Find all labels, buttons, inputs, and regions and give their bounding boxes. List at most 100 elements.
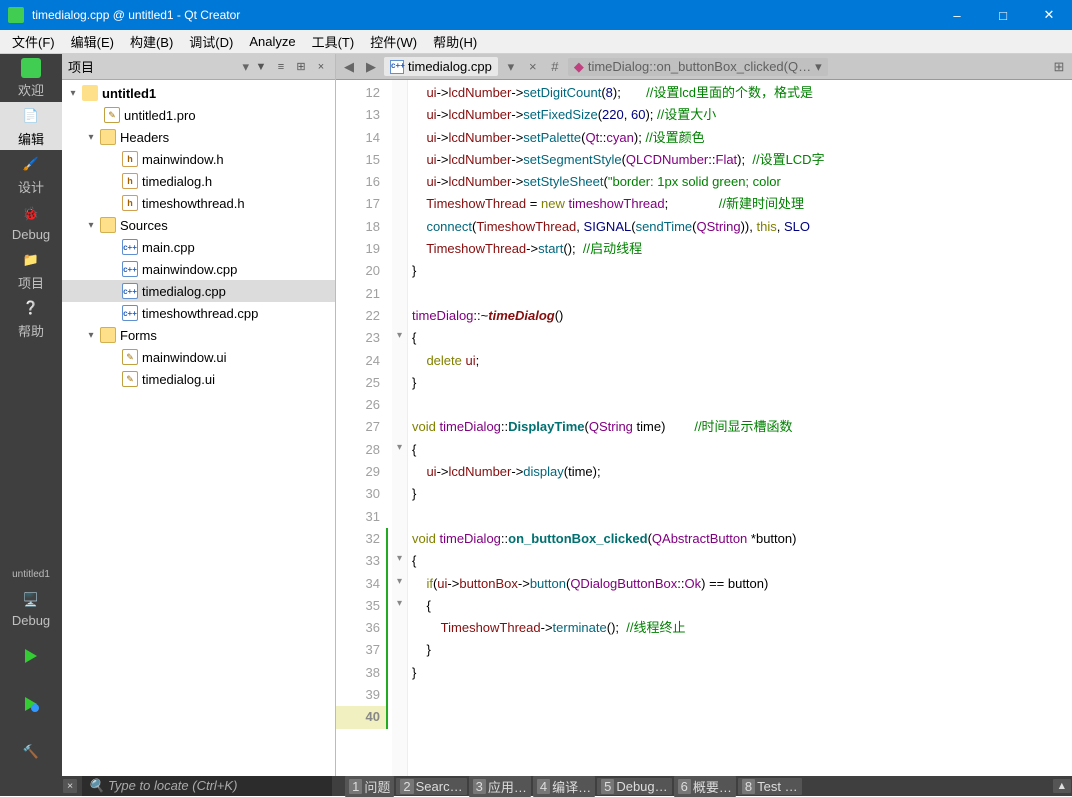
output-compile[interactable]: 4编译… bbox=[533, 776, 595, 797]
run-button[interactable] bbox=[0, 632, 62, 680]
ui-icon: ✎ bbox=[122, 371, 138, 387]
output-problems[interactable]: 1问题 bbox=[345, 776, 394, 797]
tree-source-file[interactable]: c++mainwindow.cpp bbox=[62, 258, 335, 280]
menu-edit[interactable]: 编辑(E) bbox=[63, 30, 122, 53]
menu-tools[interactable]: 工具(T) bbox=[304, 30, 363, 53]
folder-icon: 📁 bbox=[20, 249, 42, 271]
close-button[interactable]: ✕ bbox=[1026, 0, 1072, 30]
cpp-icon: c++ bbox=[390, 60, 404, 74]
build-mode-button[interactable]: 🖥️Debug bbox=[0, 584, 62, 632]
split-button[interactable]: ⊞ bbox=[293, 59, 309, 75]
output-debug[interactable]: 5Debug… bbox=[597, 778, 672, 795]
tree-forms-folder[interactable]: ▾Forms bbox=[62, 324, 335, 346]
output-messages[interactable]: 6概要… bbox=[674, 776, 736, 797]
h-icon: h bbox=[122, 151, 138, 167]
mode-welcome[interactable]: 欢迎 bbox=[0, 54, 62, 102]
h-icon: h bbox=[122, 195, 138, 211]
kit-selector[interactable]: untitled1 bbox=[0, 565, 62, 584]
bookmark-button[interactable]: # bbox=[546, 58, 564, 76]
app-icon bbox=[8, 7, 24, 23]
window-title: timedialog.cpp @ untitled1 - Qt Creator bbox=[32, 8, 934, 22]
output-test[interactable]: 8Test … bbox=[738, 778, 802, 795]
qt-icon bbox=[21, 58, 41, 78]
mode-help[interactable]: ❔帮助 bbox=[0, 294, 62, 342]
cpp-icon: c++ bbox=[122, 305, 138, 321]
mode-edit[interactable]: 📄编辑 bbox=[0, 102, 62, 150]
line-col-button[interactable]: ⊞ bbox=[1050, 58, 1068, 76]
code-content[interactable]: ui->lcdNumber->setDigitCount(8); //设置lcd… bbox=[408, 80, 1072, 776]
debug-run-button[interactable] bbox=[0, 680, 62, 728]
tree-pro-file[interactable]: ✎untitled1.pro bbox=[62, 104, 335, 126]
line-gutter[interactable]: 1213141516171819202122232425262728293031… bbox=[336, 80, 392, 776]
cpp-icon: c++ bbox=[122, 283, 138, 299]
folder-icon bbox=[100, 217, 116, 233]
tree-header-file[interactable]: hmainwindow.h bbox=[62, 148, 335, 170]
editor-tab[interactable]: c++timedialog.cpp bbox=[384, 57, 498, 76]
class-icon: ◆ bbox=[574, 59, 584, 75]
symbol-crumb[interactable]: ◆timeDialog::on_buttonBox_clicked(Q…▾ bbox=[568, 58, 828, 76]
tree-source-file[interactable]: c++timeshowthread.cpp bbox=[62, 302, 335, 324]
nav-fwd-button[interactable]: ▶ bbox=[362, 58, 380, 76]
monitor-icon: 🖥️ bbox=[20, 589, 42, 611]
editor-toolbar: ◀ ▶ c++timedialog.cpp ▾ × # ◆timeDialog:… bbox=[336, 54, 1072, 80]
help-icon: ❔ bbox=[20, 297, 42, 319]
h-icon: h bbox=[122, 173, 138, 189]
titlebar: timedialog.cpp @ untitled1 - Qt Creator … bbox=[0, 0, 1072, 30]
project-pane: 项目 ▾ ▼ ≡ ⊞ × ▾untitled1 ✎untitled1.pro ▾… bbox=[62, 54, 336, 776]
tree-header-file[interactable]: htimedialog.h bbox=[62, 170, 335, 192]
fold-column[interactable]: ▾▾▾▾▾ bbox=[392, 80, 408, 776]
minimize-button[interactable]: – bbox=[934, 0, 980, 30]
tree-header-file[interactable]: htimeshowthread.h bbox=[62, 192, 335, 214]
close-output-button[interactable]: × bbox=[63, 779, 77, 793]
menubar: 文件(F) 编辑(E) 构建(B) 调试(D) Analyze 工具(T) 控件… bbox=[0, 30, 1072, 54]
tab-dropdown[interactable]: ▾ bbox=[502, 58, 520, 76]
bug-icon: 🐞 bbox=[20, 203, 42, 225]
mode-debug[interactable]: 🐞Debug bbox=[0, 198, 62, 246]
nav-back-button[interactable]: ◀ bbox=[340, 58, 358, 76]
project-tree[interactable]: ▾untitled1 ✎untitled1.pro ▾Headers hmain… bbox=[62, 80, 335, 776]
code-editor[interactable]: 1213141516171819202122232425262728293031… bbox=[336, 80, 1072, 776]
mode-sidebar: 欢迎 📄编辑 🖌️设计 🐞Debug 📁项目 ❔帮助 untitled1 🖥️D… bbox=[0, 54, 62, 776]
document-icon: 📄 bbox=[20, 105, 42, 127]
output-app[interactable]: 3应用… bbox=[469, 776, 531, 797]
play-icon bbox=[20, 645, 42, 667]
brush-icon: 🖌️ bbox=[20, 153, 42, 175]
ui-icon: ✎ bbox=[122, 349, 138, 365]
folder-icon bbox=[100, 327, 116, 343]
menu-analyze[interactable]: Analyze bbox=[241, 32, 303, 51]
tree-source-file-active[interactable]: c++timedialog.cpp bbox=[62, 280, 335, 302]
menu-widgets[interactable]: 控件(W) bbox=[362, 30, 425, 53]
menu-debug[interactable]: 调试(D) bbox=[181, 30, 241, 53]
menu-build[interactable]: 构建(B) bbox=[122, 30, 181, 53]
cpp-icon: c++ bbox=[122, 239, 138, 255]
sync-button[interactable]: ≡ bbox=[273, 59, 289, 75]
tree-sources-folder[interactable]: ▾Sources bbox=[62, 214, 335, 236]
project-pane-title: 项目 bbox=[68, 57, 238, 76]
play-bug-icon bbox=[20, 693, 42, 715]
tree-ui-file[interactable]: ✎timedialog.ui bbox=[62, 368, 335, 390]
tree-ui-file[interactable]: ✎mainwindow.ui bbox=[62, 346, 335, 368]
close-pane-button[interactable]: × bbox=[313, 59, 329, 75]
filter-button[interactable]: ▼ bbox=[253, 59, 269, 75]
statusbar: × 🔍 Type to locate (Ctrl+K) 1问题 2Searc… … bbox=[0, 776, 1072, 796]
tree-project[interactable]: ▾untitled1 bbox=[62, 82, 335, 104]
folder-icon bbox=[100, 129, 116, 145]
tree-headers-folder[interactable]: ▾Headers bbox=[62, 126, 335, 148]
locator-input[interactable]: 🔍 Type to locate (Ctrl+K) bbox=[82, 776, 332, 796]
tree-source-file[interactable]: c++main.cpp bbox=[62, 236, 335, 258]
hammer-icon: 🔨 bbox=[20, 741, 42, 763]
output-toggle[interactable]: ▲ bbox=[1053, 779, 1071, 793]
mode-projects[interactable]: 📁项目 bbox=[0, 246, 62, 294]
editor-area: ◀ ▶ c++timedialog.cpp ▾ × # ◆timeDialog:… bbox=[336, 54, 1072, 776]
mode-design[interactable]: 🖌️设计 bbox=[0, 150, 62, 198]
build-button[interactable]: 🔨 bbox=[0, 728, 62, 776]
menu-help[interactable]: 帮助(H) bbox=[425, 30, 485, 53]
tab-close[interactable]: × bbox=[524, 58, 542, 76]
menu-file[interactable]: 文件(F) bbox=[4, 30, 63, 53]
output-search[interactable]: 2Searc… bbox=[396, 778, 466, 795]
project-pane-header: 项目 ▾ ▼ ≡ ⊞ × bbox=[62, 54, 335, 80]
pro-icon: ✎ bbox=[104, 107, 120, 123]
maximize-button[interactable]: □ bbox=[980, 0, 1026, 30]
project-icon bbox=[82, 85, 98, 101]
cpp-icon: c++ bbox=[122, 261, 138, 277]
